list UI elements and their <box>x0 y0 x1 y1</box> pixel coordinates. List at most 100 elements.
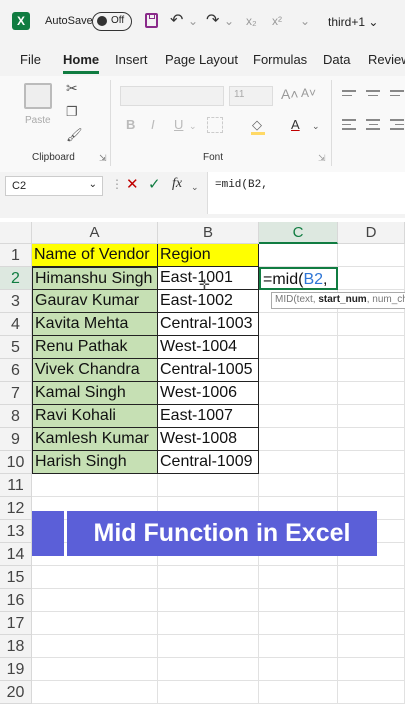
tab-formulas[interactable]: Formulas <box>253 52 307 67</box>
table-cell[interactable] <box>338 382 405 405</box>
table-cell[interactable] <box>32 612 158 635</box>
vendor-name-cell[interactable]: Gaurav Kumar <box>32 290 158 313</box>
region-cell[interactable]: Central-1003 <box>158 313 259 336</box>
table-cell[interactable] <box>32 566 158 589</box>
column-header-c[interactable]: C <box>259 222 338 244</box>
tab-insert[interactable]: Insert <box>115 52 148 67</box>
enter-icon[interactable]: ✓ <box>148 175 161 193</box>
table-cell[interactable] <box>338 635 405 658</box>
subscript-icon[interactable]: x₂ <box>246 14 257 28</box>
row-header-13[interactable]: 13 <box>0 520 32 543</box>
align-bottom-icon[interactable] <box>390 90 404 96</box>
row-header-19[interactable]: 19 <box>0 658 32 681</box>
table-cell[interactable] <box>338 566 405 589</box>
table-cell[interactable] <box>338 589 405 612</box>
region-cell[interactable]: Central-1009 <box>158 451 259 474</box>
row-header-11[interactable]: 11 <box>0 474 32 497</box>
table-cell[interactable] <box>338 451 405 474</box>
underline-icon[interactable]: U <box>174 117 183 132</box>
row-header-20[interactable]: 20 <box>0 681 32 704</box>
active-cell-c2[interactable]: =mid(B2, <box>259 267 338 290</box>
table-cell[interactable] <box>259 589 338 612</box>
vendor-name-cell[interactable]: Kavita Mehta <box>32 313 158 336</box>
table-cell[interactable] <box>259 405 338 428</box>
table-cell[interactable] <box>158 681 259 704</box>
align-right-icon[interactable] <box>390 119 404 130</box>
redo-icon[interactable]: ↷ <box>206 12 219 30</box>
table-cell[interactable] <box>259 681 338 704</box>
vendor-name-cell[interactable]: Ravi Kohali <box>32 405 158 428</box>
region-cell[interactable]: East-1007 <box>158 405 259 428</box>
superscript-icon[interactable]: x² <box>272 14 282 28</box>
row-header-8[interactable]: 8 <box>0 405 32 428</box>
copy-icon[interactable]: ❐ <box>66 104 78 120</box>
region-cell[interactable]: East-1002 <box>158 290 259 313</box>
chevron-down-icon[interactable]: ⌄ <box>300 14 310 28</box>
table-cell[interactable] <box>338 474 405 497</box>
vendor-name-cell[interactable]: Himanshu Singh <box>32 267 158 290</box>
table-cell[interactable] <box>259 244 338 267</box>
font-name-box[interactable] <box>120 86 224 106</box>
row-header-3[interactable]: 3 <box>0 290 32 313</box>
table-cell[interactable] <box>338 336 405 359</box>
paste-icon[interactable] <box>24 83 52 109</box>
vendor-name-cell[interactable]: Harish Singh <box>32 451 158 474</box>
table-cell[interactable] <box>259 336 338 359</box>
save-icon[interactable] <box>145 13 158 28</box>
function-tooltip[interactable]: MID(text, start_num, num_chars) <box>271 292 405 309</box>
table-cell[interactable] <box>32 474 158 497</box>
align-center-icon[interactable] <box>366 119 380 130</box>
italic-icon[interactable]: I <box>151 117 155 132</box>
table-cell[interactable] <box>338 658 405 681</box>
table-cell[interactable] <box>158 635 259 658</box>
bold-icon[interactable]: B <box>126 117 135 132</box>
tab-page-layout[interactable]: Page Layout <box>165 52 238 67</box>
chevron-down-icon[interactable]: ⌄ <box>189 121 197 132</box>
row-header-18[interactable]: 18 <box>0 635 32 658</box>
region-cell[interactable]: West-1006 <box>158 382 259 405</box>
table-cell[interactable] <box>158 658 259 681</box>
font-color-icon[interactable]: A <box>291 117 300 132</box>
dialog-launcher-icon[interactable]: ⇲ <box>99 153 107 164</box>
file-name[interactable]: third+1 ⌄ <box>328 15 378 29</box>
align-top-icon[interactable] <box>342 90 356 96</box>
table-cell[interactable] <box>338 359 405 382</box>
dialog-launcher-icon[interactable]: ⇲ <box>318 153 326 164</box>
table-cell[interactable] <box>259 612 338 635</box>
table-cell[interactable] <box>259 428 338 451</box>
table-cell[interactable] <box>32 681 158 704</box>
select-all-corner[interactable] <box>0 222 32 244</box>
tab-data[interactable]: Data <box>323 52 350 67</box>
table-cell[interactable] <box>158 612 259 635</box>
row-header-6[interactable]: 6 <box>0 359 32 382</box>
align-middle-icon[interactable] <box>366 90 380 96</box>
table-cell[interactable] <box>338 405 405 428</box>
column-header-a[interactable]: A <box>32 222 158 244</box>
region-cell[interactable]: West-1004 <box>158 336 259 359</box>
cancel-icon[interactable]: ✕ <box>126 175 139 193</box>
table-cell[interactable] <box>338 428 405 451</box>
table-cell[interactable] <box>32 589 158 612</box>
row-header-12[interactable]: 12 <box>0 497 32 520</box>
row-header-4[interactable]: 4 <box>0 313 32 336</box>
align-left-icon[interactable] <box>342 119 356 130</box>
chevron-down-icon[interactable]: ⌄ <box>188 14 198 28</box>
row-header-7[interactable]: 7 <box>0 382 32 405</box>
row-header-16[interactable]: 16 <box>0 589 32 612</box>
tab-home[interactable]: Home <box>63 52 99 67</box>
table-cell[interactable] <box>259 566 338 589</box>
column-header-b[interactable]: B <box>158 222 259 244</box>
table-cell[interactable] <box>259 359 338 382</box>
vendor-name-cell[interactable]: Kamlesh Kumar <box>32 428 158 451</box>
table-cell[interactable] <box>158 566 259 589</box>
autosave-toggle[interactable]: Off <box>92 12 132 31</box>
row-header-15[interactable]: 15 <box>0 566 32 589</box>
table-cell[interactable] <box>259 658 338 681</box>
fx-icon[interactable]: fx <box>172 176 182 192</box>
table-cell[interactable] <box>259 474 338 497</box>
chevron-down-icon[interactable]: ⌄ <box>312 121 320 132</box>
cut-icon[interactable]: ✂ <box>66 80 78 97</box>
vendor-name-cell[interactable]: Renu Pathak <box>32 336 158 359</box>
fill-color-icon[interactable]: ◇ <box>252 117 262 133</box>
region-cell[interactable]: Central-1005 <box>158 359 259 382</box>
